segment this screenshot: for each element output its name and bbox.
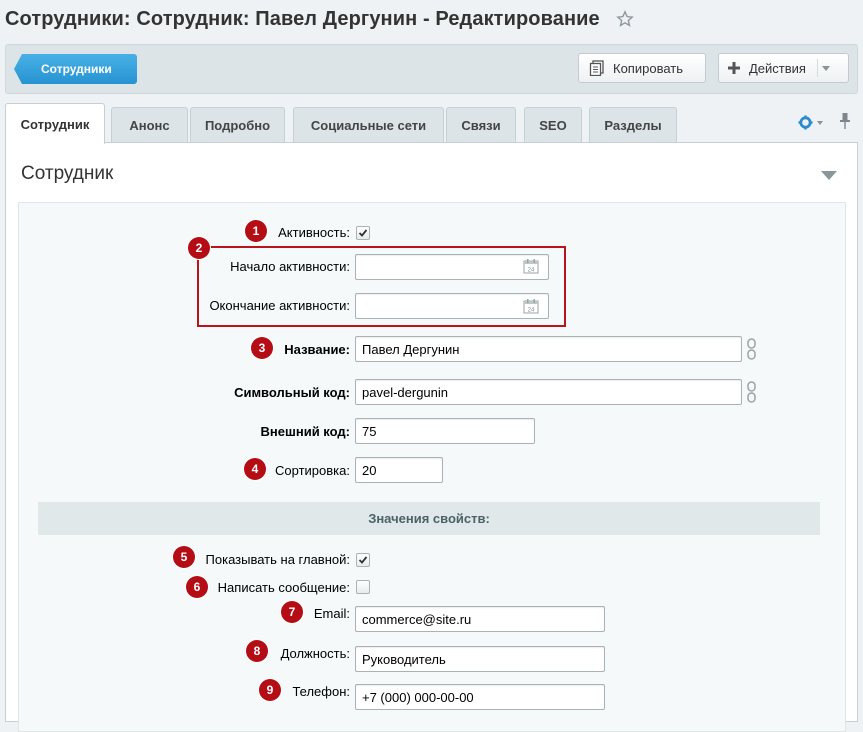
write-msg-checkbox[interactable] (356, 580, 370, 594)
phone-input[interactable] (355, 684, 605, 710)
plus-icon (728, 62, 740, 74)
gear-icon (798, 115, 813, 130)
calendar-icon[interactable]: 24 (523, 258, 539, 274)
toolbar: Сотрудники Копировать Действия (5, 44, 858, 94)
page-title: Сотрудники: Сотрудник: Павел Дергунин - … (5, 7, 600, 30)
name-input[interactable] (355, 336, 742, 362)
back-to-list-button[interactable]: Сотрудники (14, 54, 137, 84)
sort-input[interactable] (355, 457, 443, 483)
xml-id-label: Внешний код: (260, 424, 350, 439)
star-icon[interactable] (615, 10, 634, 28)
tab-social[interactable]: Социальные сети (293, 107, 444, 143)
svg-text:24: 24 (528, 308, 535, 314)
badge-8: 8 (246, 640, 268, 662)
position-label: Должность: (280, 646, 350, 661)
chevron-down-icon (817, 120, 823, 125)
end-date-input[interactable] (355, 293, 549, 319)
copy-label: Копировать (613, 60, 683, 76)
title-row: Сотрудники: Сотрудник: Павел Дергунин - … (5, 4, 634, 34)
code-label: Символьный код: (234, 385, 350, 400)
copy-icon (589, 60, 604, 76)
sort-label: Сортировка: (275, 463, 350, 478)
tab-settings-button[interactable] (798, 115, 823, 130)
start-date-input[interactable] (355, 254, 549, 280)
end-date-label: Окончание активности: (209, 298, 350, 313)
code-input[interactable] (355, 379, 742, 405)
actions-button[interactable]: Действия (718, 53, 849, 83)
tab-employee[interactable]: Сотрудник (5, 103, 105, 144)
chain-icon[interactable] (745, 338, 759, 360)
phone-label: Телефон: (292, 684, 350, 699)
badge-7: 7 (281, 601, 303, 623)
actions-label: Действия (749, 60, 806, 76)
name-label: Название: (284, 342, 350, 357)
collapse-icon[interactable] (821, 171, 837, 180)
tabs-bar: Сотрудник Анонс Подробно Социальные сети… (5, 103, 858, 144)
section-title: Сотрудник (21, 163, 114, 184)
properties-header: Значения свойств: (38, 502, 820, 535)
write-msg-label: Написать сообщение: (217, 580, 350, 595)
tab-seo[interactable]: SEO (524, 107, 582, 143)
pin-icon[interactable] (840, 113, 850, 129)
badge-5: 5 (173, 546, 195, 568)
badge-3: 3 (251, 337, 273, 359)
badge-2: 2 (188, 237, 210, 259)
chevron-down-icon (822, 66, 830, 71)
position-input[interactable] (355, 646, 605, 672)
show-main-checkbox[interactable] (356, 553, 370, 567)
checkmark-icon (358, 556, 368, 564)
email-label: Email: (313, 606, 350, 621)
tab-links[interactable]: Связи (446, 107, 516, 143)
chain-icon[interactable] (745, 381, 759, 403)
calendar-icon[interactable]: 24 (523, 298, 539, 314)
badge-6: 6 (186, 576, 208, 598)
divider (817, 59, 818, 77)
xml-id-input[interactable] (355, 418, 535, 444)
active-label: Активность: (278, 225, 350, 240)
start-date-label: Начало активности: (230, 259, 350, 274)
badge-9: 9 (259, 679, 281, 701)
badge-1: 1 (245, 220, 267, 242)
copy-button[interactable]: Копировать (578, 53, 706, 83)
tab-announce[interactable]: Анонс (111, 107, 188, 143)
checkmark-icon (358, 229, 368, 237)
tab-details[interactable]: Подробно (190, 107, 285, 143)
tab-sections[interactable]: Разделы (589, 107, 677, 143)
svg-text:24: 24 (528, 268, 535, 274)
show-main-label: Показывать на главной: (205, 552, 350, 567)
badge-4: 4 (244, 458, 266, 480)
email-input[interactable] (355, 606, 605, 632)
active-checkbox[interactable] (356, 226, 370, 240)
